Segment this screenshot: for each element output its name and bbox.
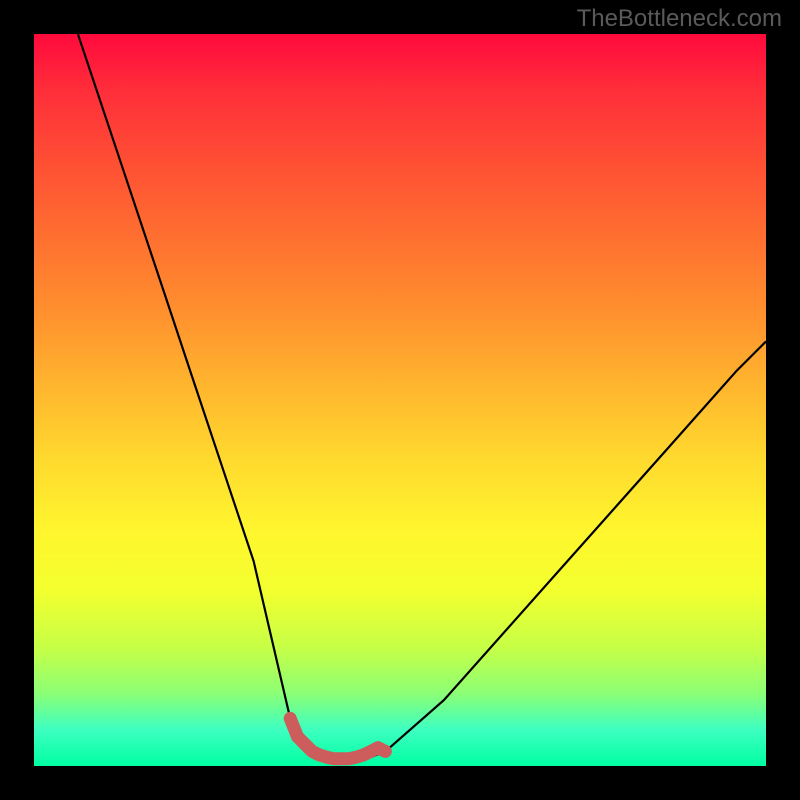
chart-svg — [34, 34, 766, 766]
highlight-trough-path — [290, 718, 385, 758]
main-curve-path — [78, 34, 766, 759]
watermark-text: TheBottleneck.com — [577, 5, 782, 33]
chart-plot-area — [34, 34, 766, 766]
